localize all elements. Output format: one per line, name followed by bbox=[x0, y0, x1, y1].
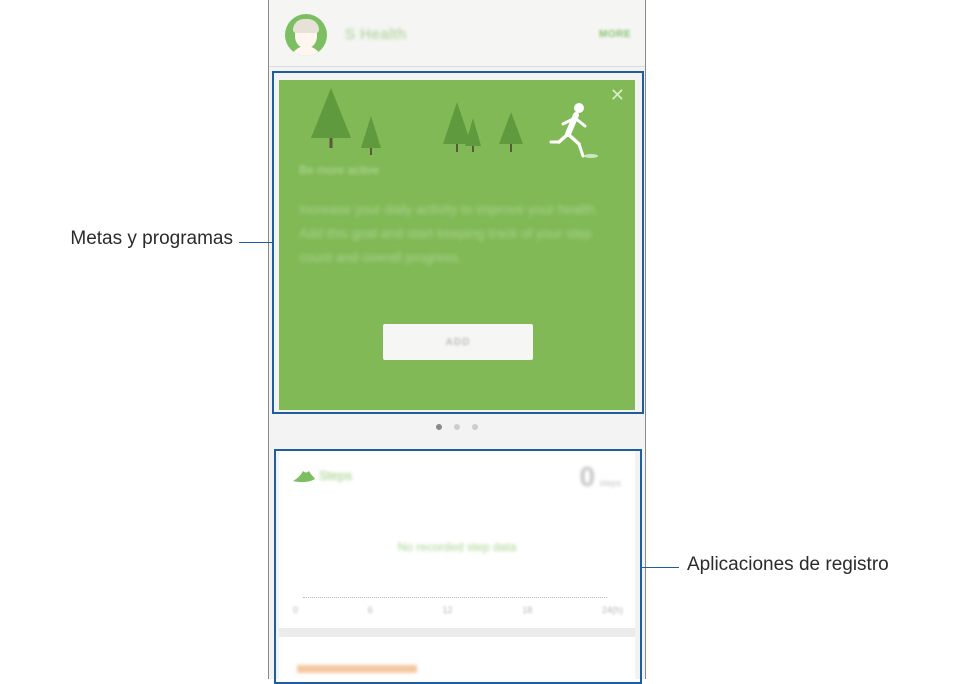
page-dot-3[interactable] bbox=[472, 424, 478, 430]
goals-callout-label: Metas y programas bbox=[70, 228, 233, 249]
user-avatar-icon[interactable] bbox=[285, 14, 327, 56]
trackers-callout-label: Aplicaciones de registro bbox=[687, 554, 889, 575]
page-dot-2[interactable] bbox=[454, 424, 460, 430]
trackers-callout-line bbox=[642, 567, 679, 568]
goals-callout-line bbox=[239, 242, 272, 243]
more-button[interactable]: MORE bbox=[599, 29, 631, 40]
app-title: S Health bbox=[345, 26, 407, 43]
page-indicator[interactable] bbox=[269, 424, 645, 436]
page-dot-1[interactable] bbox=[436, 424, 442, 430]
goals-highlight-box bbox=[272, 71, 644, 414]
app-bar: S Health MORE bbox=[269, 0, 645, 67]
trackers-highlight-box bbox=[274, 449, 642, 684]
